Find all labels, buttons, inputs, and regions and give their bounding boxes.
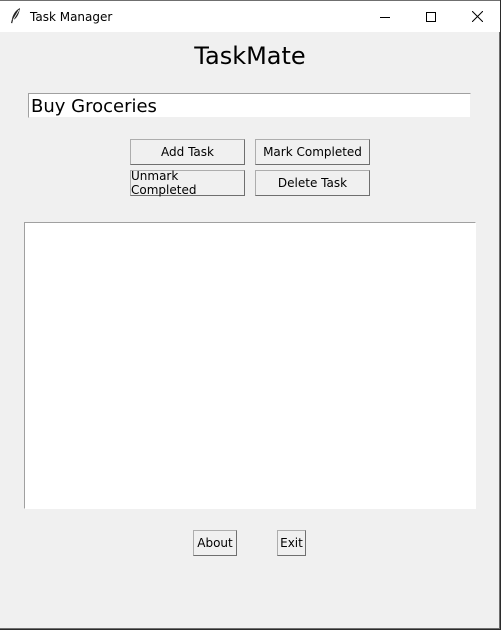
close-icon <box>471 11 483 22</box>
maximize-button[interactable] <box>408 1 454 32</box>
mark-completed-button[interactable]: Mark Completed <box>255 139 370 165</box>
close-button[interactable] <box>454 1 500 32</box>
window-title: Task Manager <box>30 10 113 24</box>
unmark-completed-button[interactable]: Unmark Completed <box>130 169 245 197</box>
app-heading: TaskMate <box>194 42 306 70</box>
minimize-button[interactable] <box>362 1 408 32</box>
task-listbox[interactable] <box>24 222 476 509</box>
about-button[interactable]: About <box>193 530 237 556</box>
add-task-button[interactable]: Add Task <box>130 139 245 165</box>
delete-task-button[interactable]: Delete Task <box>255 170 370 196</box>
task-input[interactable] <box>28 93 471 118</box>
app-window: Task Manager TaskMate Add Task Mark Comp… <box>0 0 500 629</box>
maximize-icon <box>426 11 436 22</box>
title-bar[interactable]: Task Manager <box>0 0 500 32</box>
exit-button[interactable]: Exit <box>277 530 306 556</box>
feather-icon <box>11 8 20 24</box>
minimize-icon <box>380 16 390 18</box>
